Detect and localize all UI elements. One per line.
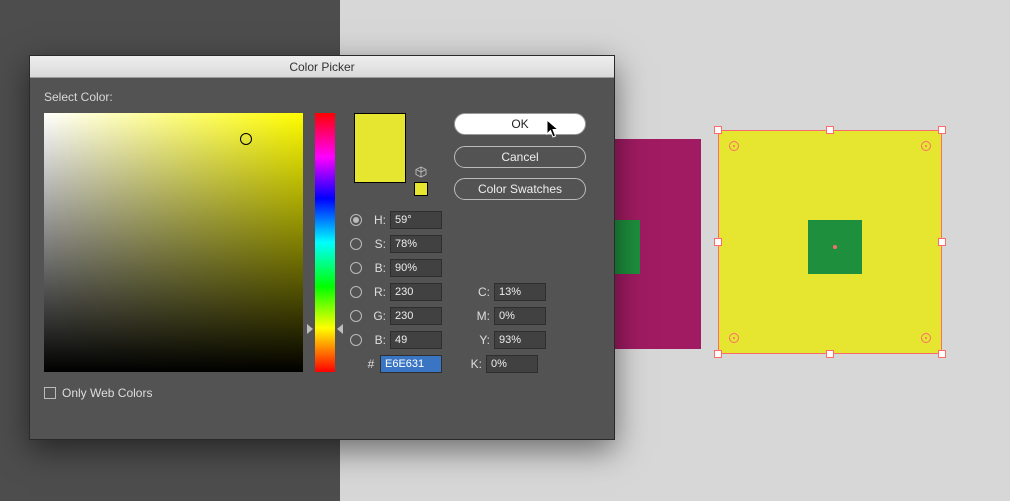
label-y: Y:	[474, 333, 490, 347]
dialog-titlebar[interactable]: Color Picker	[30, 56, 614, 78]
handle-n[interactable]	[826, 126, 834, 134]
color-swatch-preview	[354, 113, 406, 183]
input-r[interactable]: 230	[390, 283, 442, 301]
web-colors-label: Only Web Colors	[62, 386, 152, 400]
input-hex[interactable]: E6E631	[380, 355, 442, 373]
label-c: C:	[474, 285, 490, 299]
selection-bounding-box	[718, 130, 942, 354]
radio-h[interactable]	[350, 214, 362, 226]
out-of-gamut-cube-icon[interactable]	[415, 166, 427, 181]
input-m[interactable]: 0%	[494, 307, 546, 325]
radio-s[interactable]	[350, 238, 362, 250]
swatch-old-color[interactable]	[354, 148, 406, 183]
input-b-hsb[interactable]: 90%	[390, 259, 442, 277]
cancel-button[interactable]: Cancel	[454, 146, 586, 168]
color-picker-dialog: Color Picker Select Color: OK Cancel Col…	[29, 55, 615, 440]
color-values-group: H: 59° S: 78% B: 90% R: 230 C:	[350, 208, 600, 376]
swatch-new-color[interactable]	[354, 113, 406, 148]
color-swatches-button[interactable]: Color Swatches	[454, 178, 586, 200]
label-r: R:	[368, 285, 386, 299]
handle-w[interactable]	[714, 238, 722, 246]
radio-b-hsb[interactable]	[350, 262, 362, 274]
saturation-value-box[interactable]	[44, 113, 303, 372]
path-anchor-se[interactable]	[921, 333, 931, 343]
handle-s[interactable]	[826, 350, 834, 358]
hue-slider[interactable]	[315, 113, 335, 372]
web-colors-checkbox[interactable]	[44, 387, 56, 399]
handle-e[interactable]	[938, 238, 946, 246]
select-color-label: Select Color:	[44, 90, 600, 104]
handle-ne[interactable]	[938, 126, 946, 134]
label-g: G:	[368, 309, 386, 323]
path-anchor-nw[interactable]	[729, 141, 739, 151]
label-m: M:	[474, 309, 490, 323]
input-k[interactable]: 0%	[486, 355, 538, 373]
input-y[interactable]: 93%	[494, 331, 546, 349]
label-h: H:	[368, 213, 386, 227]
label-b-rgb: B:	[368, 333, 386, 347]
input-h[interactable]: 59°	[390, 211, 442, 229]
app-stage: Color Picker Select Color: OK Cancel Col…	[0, 0, 1010, 501]
radio-r[interactable]	[350, 286, 362, 298]
handle-se[interactable]	[938, 350, 946, 358]
hue-slider-arrow-right-icon	[337, 324, 343, 334]
dialog-body: Select Color: OK Cancel Color Swatches	[30, 78, 614, 440]
sv-cursor-ring[interactable]	[240, 133, 252, 145]
cancel-button-label: Cancel	[501, 150, 538, 164]
hue-slider-arrow-left-icon	[307, 324, 313, 334]
swatches-button-label: Color Swatches	[478, 182, 562, 196]
ok-button-label: OK	[511, 117, 528, 131]
label-k: K:	[466, 357, 482, 371]
out-of-gamut-swatch[interactable]	[414, 182, 428, 196]
input-s[interactable]: 78%	[390, 235, 442, 253]
label-s: S:	[368, 237, 386, 251]
dialog-title: Color Picker	[289, 60, 354, 74]
path-anchor-sw[interactable]	[729, 333, 739, 343]
handle-nw[interactable]	[714, 126, 722, 134]
handle-sw[interactable]	[714, 350, 722, 358]
radio-g[interactable]	[350, 310, 362, 322]
label-hex: #	[366, 357, 376, 371]
input-c[interactable]: 13%	[494, 283, 546, 301]
input-b-rgb[interactable]: 49	[390, 331, 442, 349]
label-b-hsb: B:	[368, 261, 386, 275]
radio-b-rgb[interactable]	[350, 334, 362, 346]
web-colors-row: Only Web Colors	[44, 386, 152, 400]
input-g[interactable]: 230	[390, 307, 442, 325]
path-anchor-ne[interactable]	[921, 141, 931, 151]
ok-button[interactable]: OK	[454, 113, 586, 135]
